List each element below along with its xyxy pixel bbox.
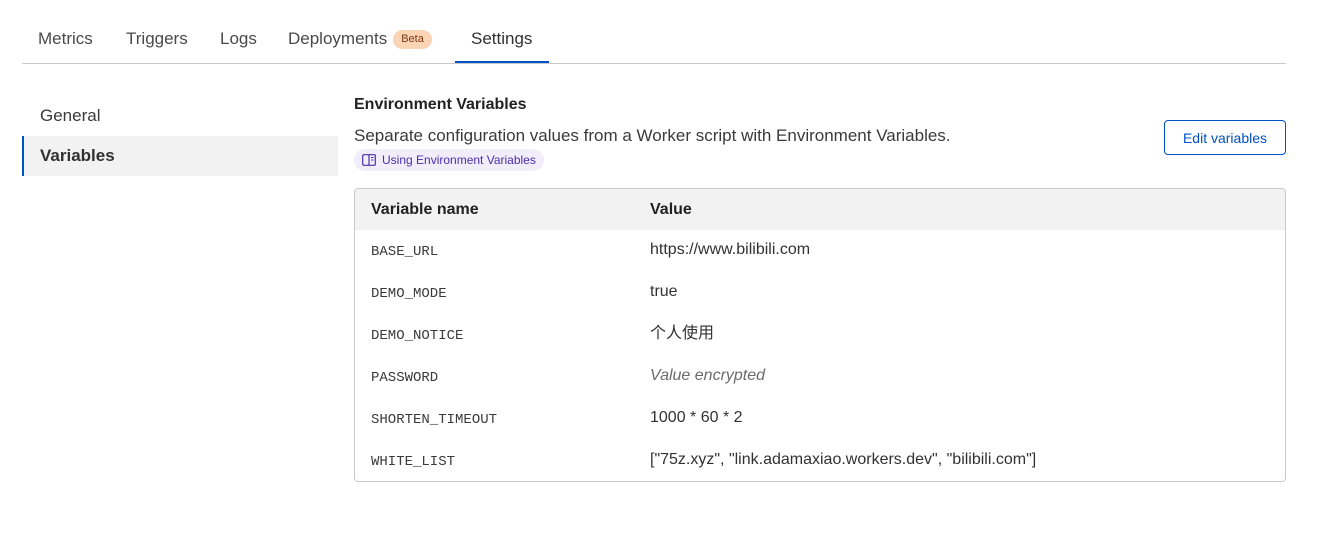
variable-name: BASE_URL: [371, 244, 439, 260]
tab-label: Deployments: [288, 29, 388, 48]
tab-logs[interactable]: Logs: [220, 0, 257, 64]
column-header-value: Value: [650, 201, 692, 218]
variable-value: ["75z.xyz", "link.adamaxiao.workers.dev"…: [650, 451, 1037, 468]
variable-value: https://www.bilibili.com: [650, 241, 811, 258]
settings-sidenav: General Variables: [22, 96, 338, 176]
variable-value: 个人使用: [650, 325, 715, 342]
sidenav-item-variables[interactable]: Variables: [22, 136, 338, 176]
tab-deployments[interactable]: Deployments Beta: [288, 0, 432, 64]
sidenav-item-label: General: [40, 106, 101, 125]
variables-table: Variable name Value BASE_URL https://www…: [354, 188, 1286, 482]
tab-label: Triggers: [126, 29, 188, 48]
variable-value: 1000 * 60 * 2: [650, 409, 743, 426]
variable-name: SHORTEN_TIMEOUT: [371, 412, 498, 428]
beta-badge: Beta: [393, 30, 432, 49]
section-description: Separate configuration values from a Wor…: [354, 126, 951, 145]
variable-name: DEMO_NOTICE: [371, 328, 464, 344]
tab-label: Logs: [220, 29, 257, 48]
variable-name: WHITE_LIST: [371, 454, 456, 470]
table-row: PASSWORD Value encrypted: [355, 356, 1285, 398]
variable-name: DEMO_MODE: [371, 286, 447, 302]
tab-bar: Metrics Triggers Logs Deployments Beta Se…: [22, 0, 1286, 64]
tab-metrics[interactable]: Metrics: [38, 0, 93, 64]
table-row: BASE_URL https://www.bilibili.com: [355, 230, 1285, 272]
section-title: Environment Variables: [354, 96, 527, 113]
table-row: DEMO_MODE true: [355, 272, 1285, 314]
tab-label: Metrics: [38, 29, 93, 48]
variable-value: true: [650, 283, 678, 300]
variable-name: PASSWORD: [371, 370, 439, 386]
sidenav-item-general[interactable]: General: [22, 96, 338, 136]
docs-link[interactable]: Using Environment Variables: [354, 149, 544, 171]
variable-value-encrypted: Value encrypted: [650, 367, 766, 384]
tab-settings[interactable]: Settings: [471, 0, 532, 64]
book-icon: [362, 154, 376, 166]
table-header: Variable name Value: [355, 189, 1285, 230]
tab-label: Settings: [471, 29, 533, 48]
tab-triggers[interactable]: Triggers: [126, 0, 188, 64]
sidenav-item-label: Variables: [40, 146, 115, 165]
table-row: WHITE_LIST ["75z.xyz", "link.adamaxiao.w…: [355, 440, 1285, 481]
table-row: SHORTEN_TIMEOUT 1000 * 60 * 2: [355, 398, 1285, 440]
active-tab-indicator: [455, 61, 549, 63]
table-row: DEMO_NOTICE 个人使用: [355, 314, 1285, 356]
docs-link-label: Using Environment Variables: [382, 153, 536, 167]
edit-variables-button[interactable]: Edit variables: [1164, 120, 1286, 155]
column-header-name: Variable name: [371, 201, 479, 218]
